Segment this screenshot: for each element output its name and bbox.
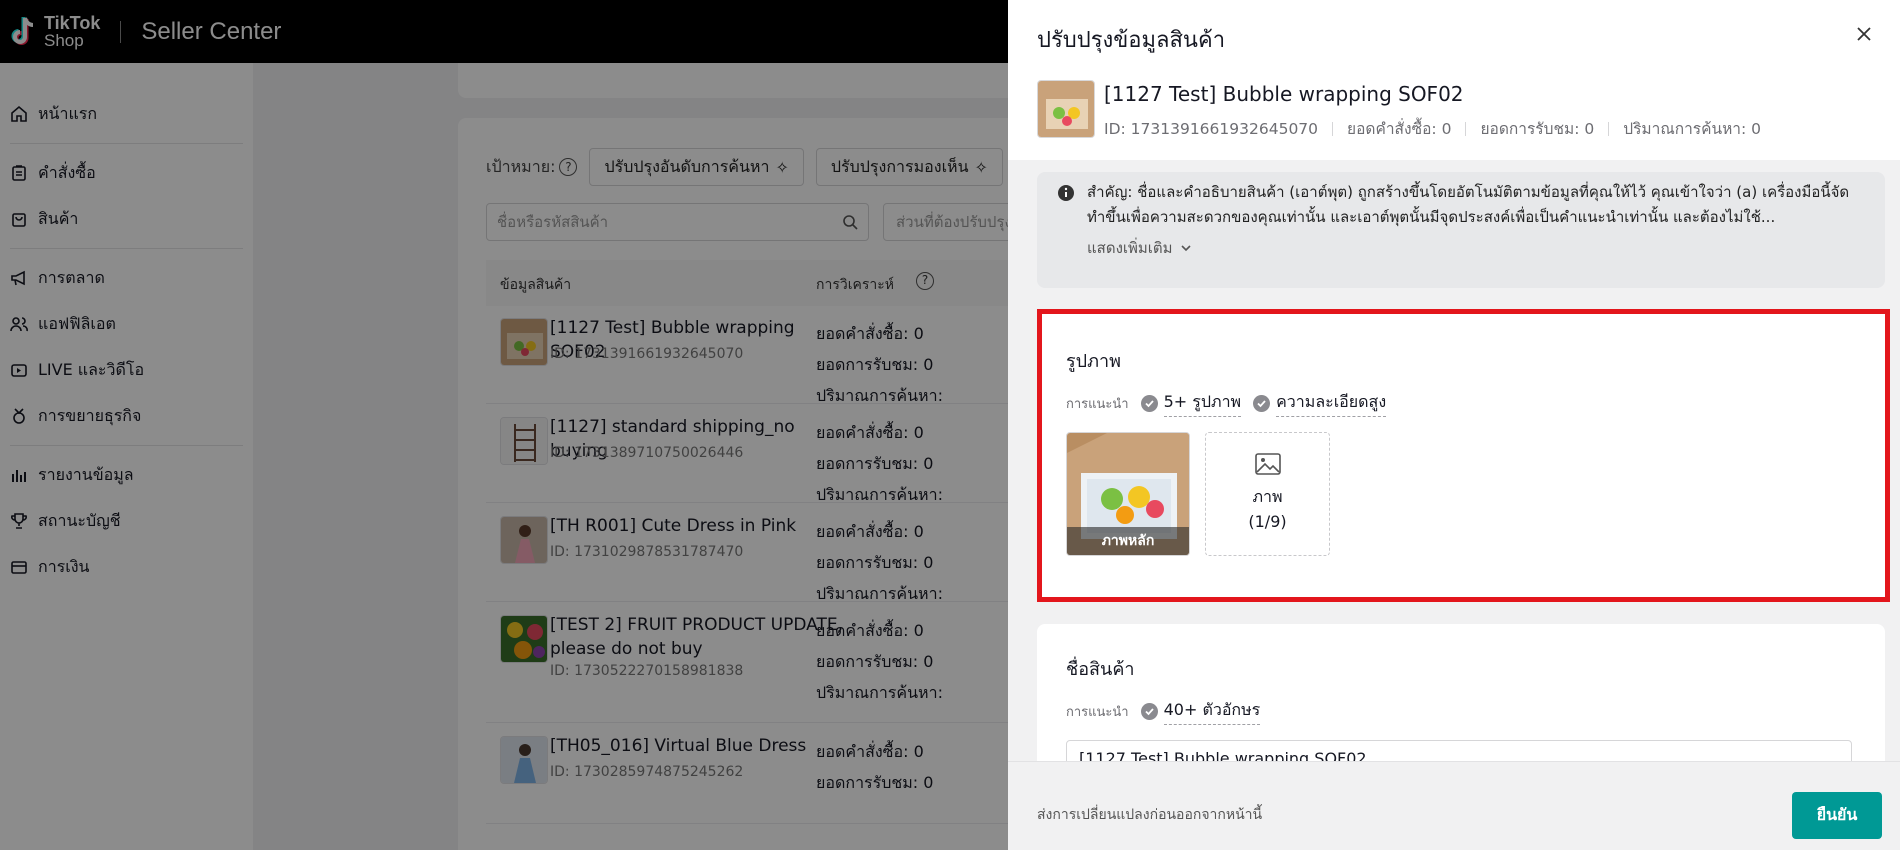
recommendation-label: การแนะนำ	[1066, 397, 1129, 412]
add-image-button[interactable]: ภาพ (1/9)	[1205, 432, 1330, 556]
product-name-section: ชื่อสินค้า การแนะนำ 40+ ตัวอักษร [1127 T…	[1037, 624, 1885, 780]
confirm-button[interactable]: ยืนยัน	[1792, 792, 1882, 839]
chevron-down-icon	[1180, 245, 1191, 252]
drawer-footer: ส่งการเปลี่ยนแปลงก่อนออกจากหน้านี้ ยืนยั…	[1008, 761, 1900, 850]
metric-views: ยอดการรับชม: 0	[1480, 120, 1595, 138]
check-icon	[1140, 395, 1158, 412]
main-image-label: ภาพหลัก	[1067, 527, 1189, 555]
metric-orders: ยอดคำสั่งซื้อ: 0	[1347, 120, 1452, 138]
show-more-link[interactable]: แสดงเพิ่มเติม	[1087, 236, 1193, 260]
recommendation-text: 5+ รูปภาพ	[1163, 390, 1242, 417]
name-section-title: ชื่อสินค้า	[1066, 659, 1135, 680]
drawer-title: ปรับปรุงข้อมูลสินค้า	[1037, 28, 1226, 53]
recommendation-high-resolution[interactable]: ความละเอียดสูง	[1253, 390, 1387, 417]
show-more-label: แสดงเพิ่มเติม	[1087, 239, 1173, 257]
image-section-title: รูปภาพ	[1066, 351, 1121, 372]
meta-divider	[1608, 121, 1610, 136]
product-thumbnail	[1037, 80, 1095, 138]
drawer-header: ปรับปรุงข้อมูลสินค้า	[1008, 0, 1900, 68]
notice-text: สำคัญ: ชื่อและคำอธิบายสินค้า (เอาต์พุต) …	[1087, 183, 1850, 226]
add-image-label: ภาพ	[1252, 487, 1283, 506]
product-summary: [1127 Test] Bubble wrapping SOF02 ID: 17…	[1008, 68, 1900, 160]
product-name: [1127 Test] Bubble wrapping SOF02	[1104, 82, 1464, 106]
info-icon	[1058, 185, 1074, 201]
image-count: (1/9)	[1248, 512, 1287, 531]
recommendation-text: ความละเอียดสูง	[1276, 390, 1387, 417]
image-recommendations: การแนะนำ 5+ รูปภาพ ความละเอียดสูง	[1066, 390, 1387, 417]
name-recommendations: การแนะนำ 40+ ตัวอักษร	[1066, 698, 1261, 725]
recommendation-40-characters[interactable]: 40+ ตัวอักษร	[1140, 698, 1261, 725]
modal-overlay[interactable]	[0, 0, 1008, 850]
main-image[interactable]: ภาพหลัก	[1066, 432, 1190, 556]
footer-hint: ส่งการเปลี่ยนแปลงก่อนออกจากหน้านี้	[1037, 807, 1263, 823]
recommendation-5-images[interactable]: 5+ รูปภาพ	[1140, 390, 1242, 417]
close-icon[interactable]	[1854, 24, 1874, 44]
recommendation-text: 40+ ตัวอักษร	[1163, 698, 1261, 725]
image-icon	[1254, 453, 1281, 475]
product-meta: ID: 1731391661932645070 ยอดคำสั่งซื้อ: 0…	[1104, 116, 1761, 141]
improve-product-drawer: ปรับปรุงข้อมูลสินค้า [1127 Test] Bubble …	[1008, 0, 1900, 850]
meta-divider	[1465, 121, 1467, 136]
check-icon	[1140, 703, 1158, 720]
meta-divider	[1332, 121, 1334, 136]
metric-search: ปริมาณการค้นหา: 0	[1623, 120, 1762, 138]
check-icon	[1253, 395, 1271, 412]
important-notice: สำคัญ: ชื่อและคำอธิบายสินค้า (เอาต์พุต) …	[1037, 172, 1885, 288]
image-section: รูปภาพ การแนะนำ 5+ รูปภาพ ความละเอียดสูง…	[1037, 309, 1890, 602]
recommendation-label: การแนะนำ	[1066, 705, 1129, 720]
product-id: ID: 1731391661932645070	[1104, 119, 1319, 138]
